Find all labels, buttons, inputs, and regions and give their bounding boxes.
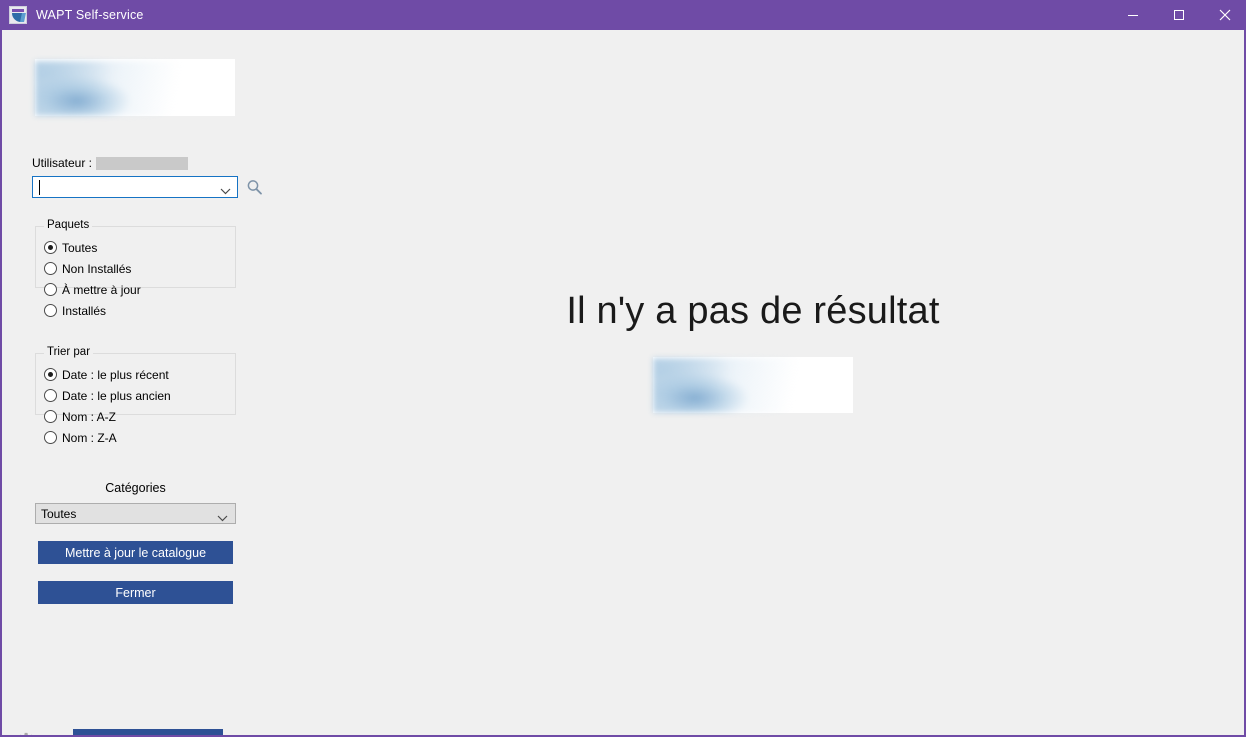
title-bar[interactable]: WAPT Self-service	[2, 0, 1244, 30]
radio-mark	[44, 389, 57, 402]
chevron-down-icon[interactable]	[217, 510, 228, 528]
search-combobox[interactable]	[32, 176, 238, 198]
packages-radio-list: Toutes Non Installés À mettre à jour Ins…	[36, 227, 235, 327]
sort-radio-list: Date : le plus récent Date : le plus anc…	[36, 354, 235, 454]
categories-selected-value: Toutes	[41, 506, 77, 521]
company-logo-blurred	[35, 59, 235, 116]
radio-sort-name-za[interactable]: Nom : Z-A	[44, 427, 235, 448]
categories-select[interactable]: Toutes	[35, 503, 236, 524]
search-input[interactable]	[37, 178, 213, 196]
radio-packages-to-update[interactable]: À mettre à jour	[44, 279, 235, 300]
radio-mark	[44, 241, 57, 254]
user-label: Utilisateur :	[32, 156, 93, 170]
chevron-down-icon[interactable]	[220, 183, 231, 201]
radio-mark	[44, 304, 57, 317]
empty-state-message: Il n'y a pas de résultat	[566, 290, 940, 332]
maximize-icon[interactable]	[1156, 0, 1202, 30]
radio-label: Nom : Z-A	[62, 430, 117, 445]
gear-icon[interactable]	[15, 730, 39, 735]
radio-packages-not-installed[interactable]: Non Installés	[44, 258, 235, 279]
user-row: Utilisateur :	[32, 155, 189, 171]
sort-group: Trier par Date : le plus récent Date : l…	[35, 346, 236, 445]
search-row	[32, 176, 263, 198]
radio-sort-date-newest[interactable]: Date : le plus récent	[44, 364, 235, 385]
radio-label: Non Installés	[62, 261, 132, 276]
empty-state-logo	[262, 357, 1244, 413]
minimize-icon[interactable]	[1110, 0, 1156, 30]
sidebar: Utilisateur : Paquets Toutes Non Install…	[2, 30, 262, 735]
radio-packages-installed[interactable]: Installés	[44, 300, 235, 321]
radio-label: Date : le plus récent	[62, 367, 169, 382]
main-content: Il n'y a pas de résultat	[262, 30, 1244, 735]
radio-label: Toutes	[62, 240, 98, 255]
window-title: WAPT Self-service	[36, 8, 144, 22]
radio-label: Installés	[62, 303, 107, 318]
text-caret	[39, 180, 40, 195]
window-controls	[1110, 0, 1244, 30]
packages-group: Paquets Toutes Non Installés À mettre à …	[35, 219, 236, 318]
packages-group-legend: Paquets	[44, 219, 93, 231]
close-button[interactable]: Fermer	[38, 581, 233, 604]
radio-mark	[44, 283, 57, 296]
update-catalog-button[interactable]: Mettre à jour le catalogue	[38, 541, 233, 564]
taskbar-button[interactable]: Barre de tâches	[73, 729, 223, 735]
user-name-redacted	[96, 156, 189, 170]
radio-label: À mettre à jour	[62, 282, 141, 297]
sort-group-legend: Trier par	[44, 346, 94, 358]
radio-sort-date-oldest[interactable]: Date : le plus ancien	[44, 385, 235, 406]
wapt-app-icon	[9, 6, 27, 24]
radio-mark	[44, 431, 57, 444]
categories-title: Catégories	[105, 481, 166, 495]
radio-label: Nom : A-Z	[62, 409, 117, 424]
radio-mark	[44, 262, 57, 275]
radio-sort-name-az[interactable]: Nom : A-Z	[44, 406, 235, 427]
close-icon[interactable]	[1202, 0, 1244, 30]
search-icon[interactable]	[246, 179, 263, 196]
radio-mark	[44, 368, 57, 381]
radio-label: Date : le plus ancien	[62, 388, 171, 403]
radio-mark	[44, 410, 57, 423]
app-window: WAPT Self-service Utilisateur : Paquets …	[0, 0, 1246, 737]
radio-packages-all[interactable]: Toutes	[44, 237, 235, 258]
